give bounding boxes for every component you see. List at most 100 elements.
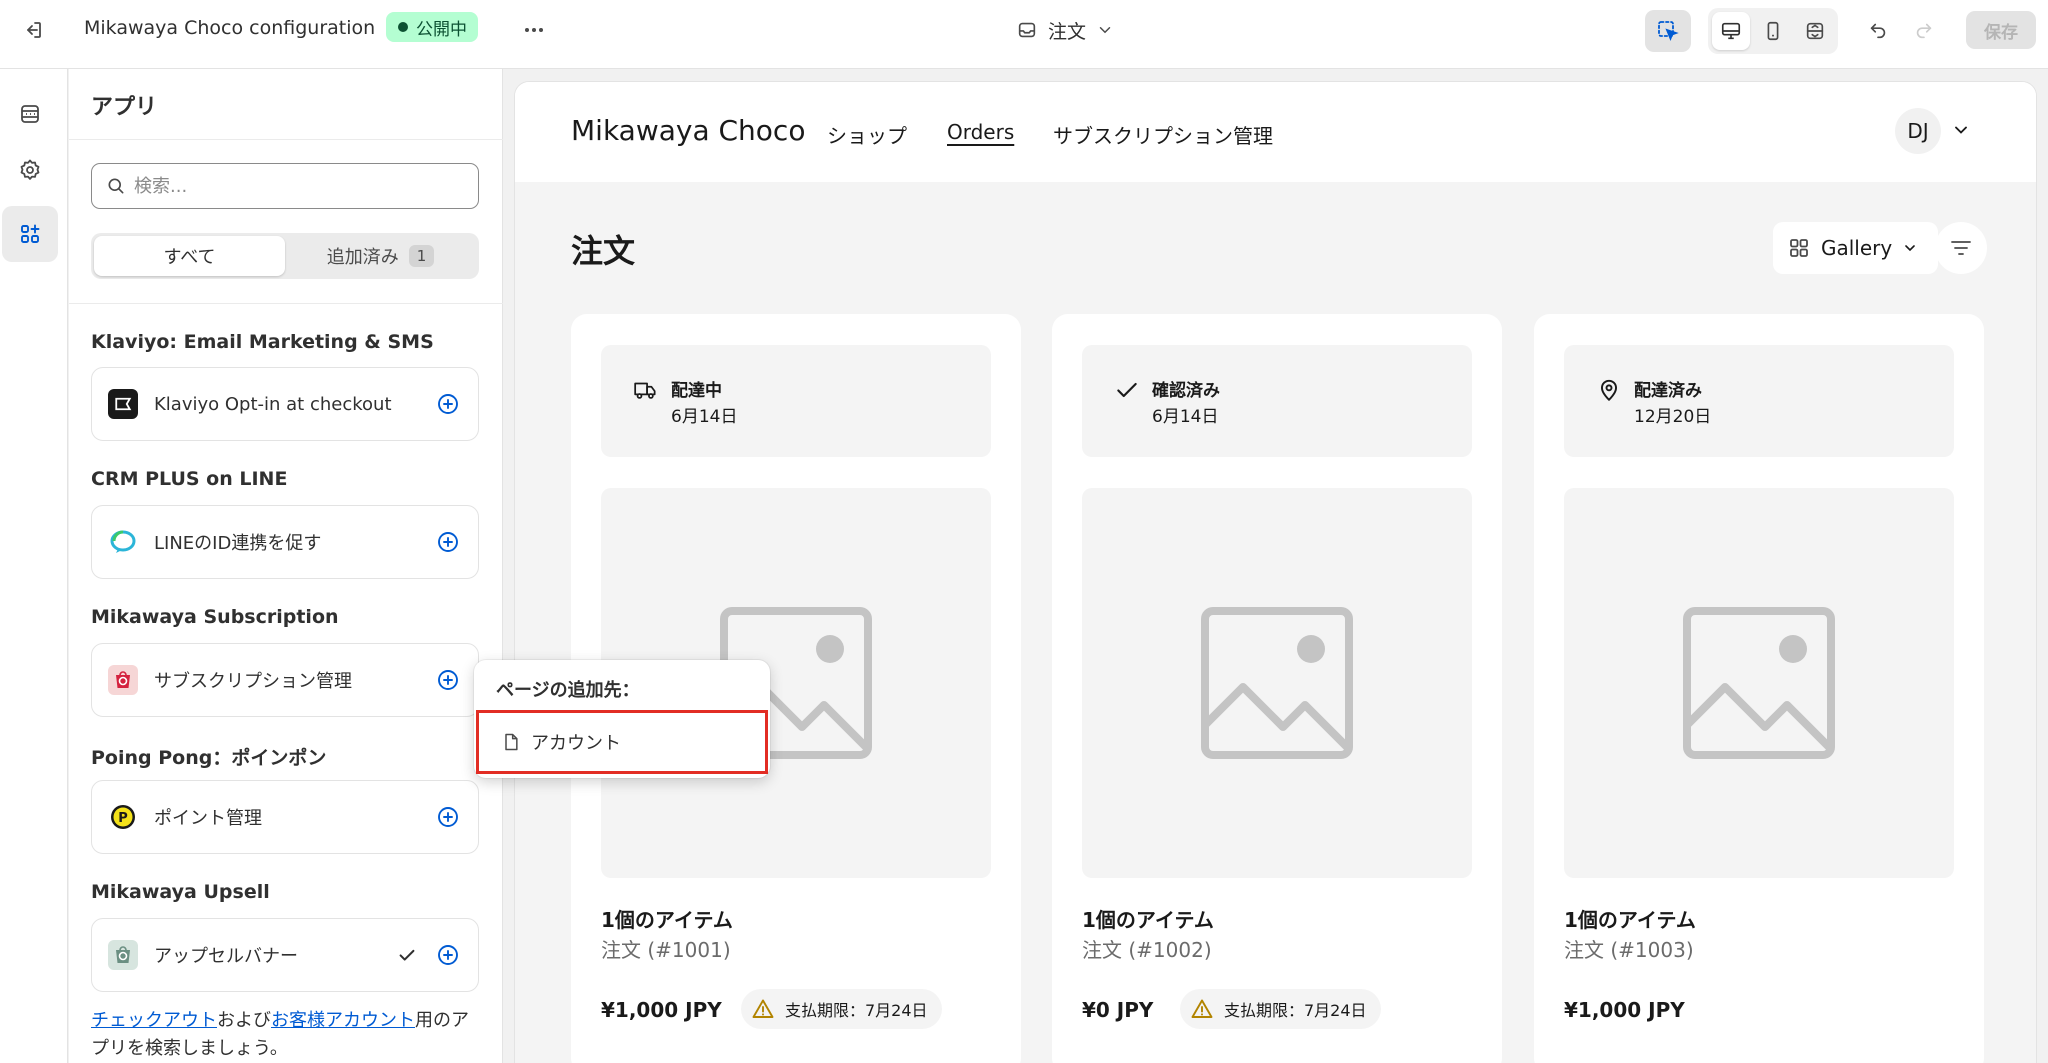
viewport-switcher	[1708, 8, 1838, 54]
add-circle-icon[interactable]	[434, 528, 462, 556]
order-status-box: 配達中 6月14日	[601, 345, 991, 457]
mikawaya-upsell-logo-icon	[108, 940, 138, 970]
inbox-icon	[1016, 19, 1038, 41]
product-image-placeholder	[1564, 488, 1954, 878]
app-card-mikawaya-upsell[interactable]: アップセルバナー	[91, 918, 479, 992]
fullscreen-view-button[interactable]	[1796, 12, 1834, 50]
add-circle-icon[interactable]	[434, 390, 462, 418]
popover-item-label: アカウント	[531, 733, 621, 754]
more-actions-icon[interactable]	[518, 14, 550, 46]
popover-title: ページの追加先：	[496, 680, 640, 701]
order-number: 注文 (#1002)	[1082, 938, 1212, 962]
warning-icon	[751, 997, 775, 1021]
left-rail	[0, 69, 68, 1063]
inspector-button[interactable]	[1645, 10, 1691, 52]
order-card[interactable]: 配達済み 12月20日 1個のアイテム 注文 (#1003) ¥1,000 JP…	[1534, 314, 1984, 1063]
search-input[interactable]	[134, 175, 454, 197]
add-page-popover: ページの追加先： アカウント	[474, 660, 770, 778]
app-group-title: Mikawaya Subscription	[91, 606, 339, 628]
payment-due-label: 支払期限：7月24日	[785, 1001, 928, 1020]
desktop-view-button[interactable]	[1712, 12, 1750, 50]
order-items-count: 1個のアイテム	[601, 908, 733, 932]
tab-added[interactable]: 追加済み 1	[285, 236, 476, 276]
store-brand[interactable]: Mikawaya Choco	[571, 114, 805, 147]
nav-link-subscription[interactable]: サブスクリプション管理	[1053, 120, 1273, 149]
avatar[interactable]: DJ	[1895, 108, 1941, 154]
filter-button[interactable]	[1935, 222, 1987, 274]
app-name: サブスクリプション管理	[154, 671, 352, 692]
order-items-count: 1個のアイテム	[1082, 908, 1214, 932]
add-circle-icon[interactable]	[434, 803, 462, 831]
chevron-down-icon	[1902, 240, 1918, 256]
search-field[interactable]	[91, 163, 479, 209]
app-card-mikawaya-subscription[interactable]: サブスクリプション管理	[91, 643, 479, 717]
order-number: 注文 (#1001)	[601, 938, 731, 962]
poing-pong-logo-icon: P	[108, 802, 138, 832]
app-card-crm-plus-line[interactable]: LINEのID連携を促す	[91, 505, 479, 579]
checkmark-icon	[1112, 375, 1142, 405]
order-status-label: 配達中	[671, 381, 722, 401]
customer-account-link[interactable]: お客様アカウント	[271, 1010, 415, 1031]
exit-icon[interactable]	[17, 14, 49, 46]
app-card-poing-pong[interactable]: P ポイント管理	[91, 780, 479, 854]
page-selector-label: 注文	[1048, 20, 1087, 43]
view-selector-label: Gallery	[1821, 236, 1893, 260]
redo-icon[interactable]	[1908, 14, 1940, 46]
mobile-view-button[interactable]	[1754, 12, 1792, 50]
app-group-title: Mikawaya Upsell	[91, 881, 270, 903]
nav-link-shop[interactable]: ショップ	[827, 120, 907, 149]
order-status-date: 12月20日	[1634, 407, 1712, 427]
page-title: 注文	[571, 232, 636, 270]
apps-icon[interactable]	[2, 206, 58, 262]
app-card-klaviyo[interactable]: Klaviyo Opt-in at checkout	[91, 367, 479, 441]
sections-icon[interactable]	[2, 86, 58, 142]
payment-due-badge: 支払期限：7月24日	[1180, 989, 1381, 1029]
panel-title: アプリ	[91, 95, 158, 120]
view-selector[interactable]: Gallery	[1773, 222, 1939, 274]
apps-panel: アプリ すべて 追加済み 1 Klaviyo: Email Marketing …	[69, 69, 503, 1063]
divider	[69, 303, 503, 304]
svg-text:P: P	[118, 811, 128, 826]
page-selector[interactable]: 注文	[1016, 13, 1114, 47]
app-name: ポイント管理	[154, 808, 262, 829]
add-circle-icon[interactable]	[434, 941, 462, 969]
app-name: Klaviyo Opt-in at checkout	[154, 393, 392, 415]
product-image-placeholder	[1082, 488, 1472, 878]
order-total: ¥1,000 JPY	[1564, 998, 1685, 1022]
add-circle-icon[interactable]	[434, 666, 462, 694]
order-card[interactable]: 確認済み 6月14日 1個のアイテム 注文 (#1002) ¥0 JPY 支払期…	[1052, 314, 1502, 1063]
checkout-link[interactable]: チェックアウト	[91, 1010, 217, 1031]
settings-gear-icon[interactable]	[2, 142, 58, 198]
order-number: 注文 (#1003)	[1564, 938, 1694, 962]
order-status-box: 配達済み 12月20日	[1564, 345, 1954, 457]
order-status-box: 確認済み 6月14日	[1082, 345, 1472, 457]
filter-tabs: すべて 追加済み 1	[91, 233, 479, 279]
status-badge: 公開中	[386, 12, 478, 42]
app-name: アップセルバナー	[154, 946, 298, 967]
app-group-title: CRM PLUS on LINE	[91, 468, 288, 490]
filter-icon	[1949, 236, 1973, 260]
order-items-count: 1個のアイテム	[1564, 908, 1696, 932]
divider	[69, 139, 503, 140]
orders-page: 注文 Gallery 配達中 6月14日 1個のアイテム 注文 (#1001) …	[515, 182, 2036, 1063]
apps-footer-note: チェックアウトおよびお客様アカウント用のアプリを検索しましょう。	[91, 1007, 481, 1063]
preview-header: Mikawaya Choco ショップ Orders サブスクリプション管理 D…	[515, 82, 2036, 182]
tab-all[interactable]: すべて	[94, 236, 285, 276]
nav-link-orders[interactable]: Orders	[947, 120, 1014, 144]
popover-item-account[interactable]: アカウント	[476, 710, 768, 774]
app-name: LINEのID連携を促す	[154, 533, 322, 554]
save-button[interactable]: 保存	[1966, 11, 2036, 49]
chevron-down-icon[interactable]	[1951, 120, 1971, 140]
app-group-title: Klaviyo: Email Marketing & SMS	[91, 331, 434, 353]
page-document-icon	[501, 732, 521, 752]
payment-due-badge: 支払期限：7月24日	[741, 989, 942, 1029]
app-group-title: Poing Pong：ポインポン	[91, 747, 327, 769]
top-bar: Mikawaya Choco configuration 公開中 注文 保存	[0, 0, 2048, 69]
mikawaya-subscription-logo-icon	[108, 665, 138, 695]
order-total: ¥1,000 JPY	[601, 998, 722, 1022]
payment-due-label: 支払期限：7月24日	[1224, 1001, 1367, 1020]
app-title: Mikawaya Choco configuration	[84, 17, 376, 39]
tab-all-label: すべて	[163, 247, 216, 268]
grid-icon	[1787, 236, 1811, 260]
undo-icon[interactable]	[1862, 14, 1894, 46]
